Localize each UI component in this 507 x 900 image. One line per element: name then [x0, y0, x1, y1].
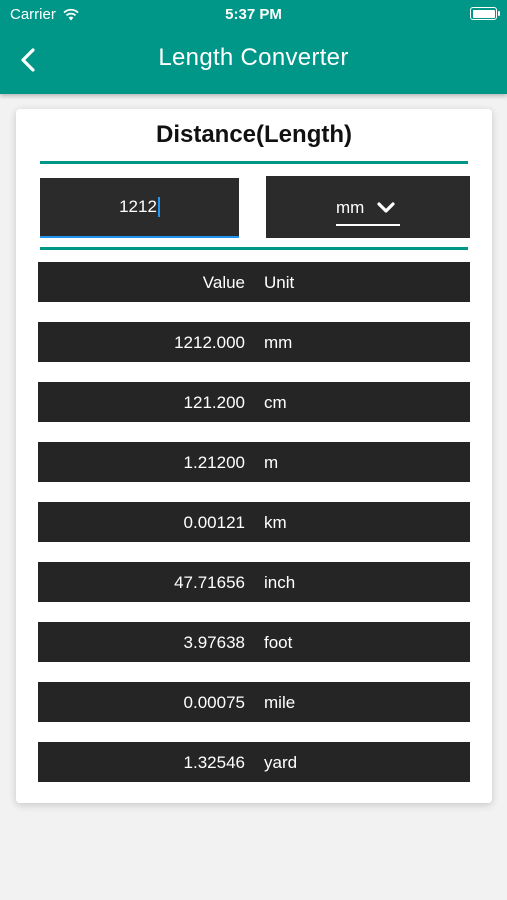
- app-title: Length Converter: [158, 44, 349, 71]
- row-unit: m: [264, 453, 279, 472]
- divider-top: [40, 161, 468, 164]
- row-unit: inch: [264, 573, 296, 592]
- table-row: 3.97638 foot: [38, 622, 470, 662]
- row-unit: mm: [264, 333, 293, 352]
- row-unit: mile: [264, 693, 296, 712]
- app-bar: Carrier 5:37 PM Length Converter: [0, 0, 507, 94]
- table-header-row: Value Unit: [38, 262, 470, 302]
- row-value: 1212.000: [174, 333, 245, 352]
- table-row: 1212.000 mm: [38, 322, 470, 362]
- unit-dropdown-value: mm: [336, 198, 365, 217]
- chevron-down-icon: [377, 202, 395, 213]
- converter-card: Distance(Length) 1212 mm Value Unit 1212…: [16, 109, 492, 803]
- row-value: 1.32546: [183, 753, 245, 772]
- row-value: 3.97638: [183, 633, 245, 652]
- header-unit: Unit: [264, 273, 295, 292]
- row-unit: foot: [264, 633, 293, 652]
- status-bar: Carrier 5:37 PM: [0, 0, 507, 28]
- row-unit: cm: [264, 393, 287, 412]
- row-value: 1.21200: [183, 453, 245, 472]
- battery-icon: [470, 7, 500, 20]
- row-value: 47.71656: [174, 573, 245, 592]
- table-row: 1.21200 m: [38, 442, 470, 482]
- row-value: 0.00075: [183, 693, 245, 712]
- table-row: 0.00075 mile: [38, 682, 470, 722]
- divider-bottom: [40, 247, 468, 250]
- row-unit: yard: [264, 753, 298, 772]
- unit-dropdown[interactable]: mm: [266, 176, 470, 238]
- table-row: 1.32546 yard: [38, 742, 470, 782]
- text-caret: [157, 197, 160, 217]
- table-row: 121.200 cm: [38, 382, 470, 422]
- table-row: 47.71656 inch: [38, 562, 470, 602]
- row-unit: km: [264, 513, 287, 532]
- value-input[interactable]: 1212: [40, 178, 239, 238]
- table-row: 0.00121 km: [38, 502, 470, 542]
- header-value: Value: [202, 273, 245, 292]
- value-input-text: 1212: [119, 197, 157, 216]
- row-value: 121.200: [183, 393, 245, 412]
- status-time: 5:37 PM: [225, 6, 282, 23]
- row-value: 0.00121: [183, 513, 245, 532]
- card-title: Distance(Length): [155, 121, 352, 148]
